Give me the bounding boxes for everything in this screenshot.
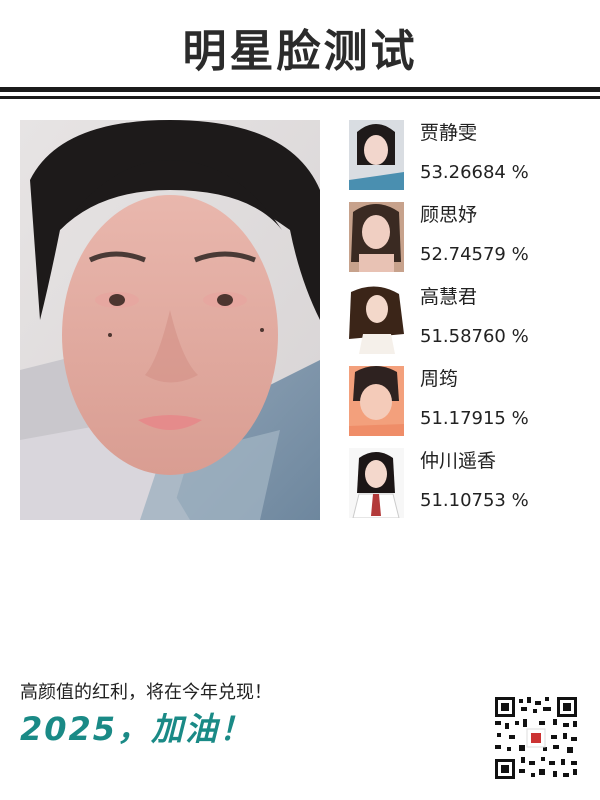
cheer-text: 2025，加油！ xyxy=(20,710,254,748)
match-score: 52.74579 % xyxy=(420,244,529,265)
match-score: 53.26684 % xyxy=(420,162,529,183)
match-name: 高慧君 xyxy=(420,286,478,308)
match-list: 贾静雯 53.26684 % 顾思妤 52.74579 % 高慧君 51.587… xyxy=(349,120,589,530)
match-name: 顾思妤 xyxy=(420,204,478,226)
match-score: 51.10753 % xyxy=(420,490,529,511)
match-score: 51.58760 % xyxy=(420,326,529,347)
match-item[interactable]: 高慧君 51.58760 % xyxy=(349,284,589,366)
match-name: 仲川遥香 xyxy=(420,450,497,472)
match-score: 51.17915 % xyxy=(420,408,529,429)
match-item[interactable]: 周筠 51.17915 % xyxy=(349,366,589,448)
header: 明星脸测试 xyxy=(0,0,600,84)
celebrity-photo-icon xyxy=(349,202,404,272)
celebrity-photo-icon xyxy=(349,448,404,518)
slogan-text: 高颜值的红利，将在今年兑现！ xyxy=(20,682,272,703)
match-item[interactable]: 仲川遥香 51.10753 % xyxy=(349,448,589,530)
match-item[interactable]: 顾思妤 52.74579 % xyxy=(349,202,589,284)
celebrity-photo-icon xyxy=(349,120,404,190)
celebrity-photo-icon xyxy=(349,366,404,436)
page-title: 明星脸测试 xyxy=(182,26,418,77)
header-divider-thick xyxy=(0,87,600,92)
celebrity-photo-icon xyxy=(349,284,404,354)
match-name: 贾静雯 xyxy=(420,122,478,144)
match-name: 周筠 xyxy=(420,368,459,390)
header-divider-thin xyxy=(0,96,600,99)
match-item[interactable]: 贾静雯 53.26684 % xyxy=(349,120,589,202)
user-photo xyxy=(20,120,320,520)
qr-code-icon xyxy=(493,695,579,781)
